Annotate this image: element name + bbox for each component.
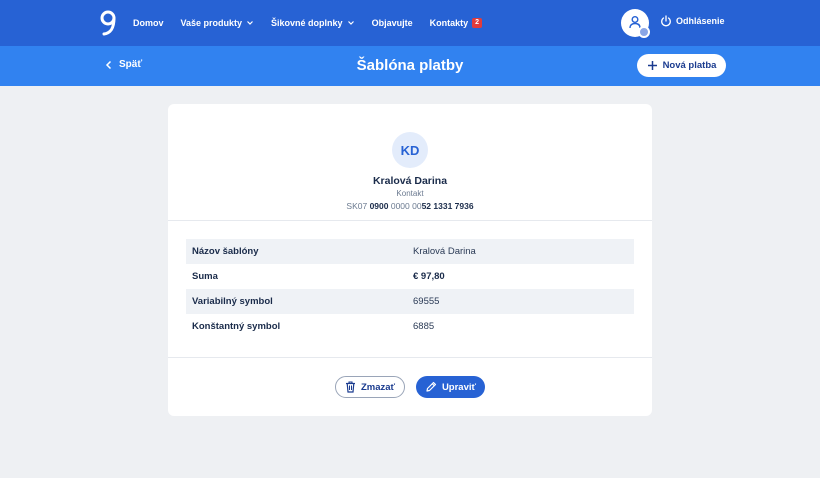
delete-button[interactable]: Zmazať: [335, 376, 405, 398]
nav-item-label: Objavujte: [371, 18, 413, 28]
template-details-table: Názov šablóny Kralová Darina Suma € 97,8…: [186, 239, 634, 339]
detail-label: Konštantný symbol: [192, 321, 281, 332]
detail-label: Názov šablóny: [192, 246, 259, 257]
chevron-down-icon: [347, 21, 354, 25]
nav-item-vase-produkty[interactable]: Vaše produkty: [181, 18, 255, 28]
new-payment-label: Nová platba: [662, 60, 717, 71]
iban-bank-code: 0900: [369, 201, 389, 211]
nav-item-sikovne-doplnky[interactable]: Šikovné doplnky: [271, 18, 355, 28]
nav-item-kontakty[interactable]: Kontakty 2: [430, 18, 483, 28]
chevron-down-icon: [247, 21, 253, 25]
nav-item-objavujte[interactable]: Objavujte: [372, 18, 413, 28]
contact-iban: SK07 0900 0000 0052 1331 7936: [168, 201, 652, 211]
nav-item-label: Vaše produkty: [180, 18, 243, 28]
delete-label: Zmazať: [360, 381, 396, 393]
logout-button[interactable]: Odhlásenie: [660, 15, 725, 27]
notification-badge: 2: [472, 18, 483, 28]
detail-row-template-name: Názov šablóny Kralová Darina: [186, 239, 634, 264]
page-header: Späť Šablóna platby Nová platba: [0, 46, 820, 86]
detail-label: Variabilný symbol: [192, 296, 273, 307]
contact-avatar: KD: [392, 132, 428, 168]
detail-label: Suma: [192, 271, 218, 282]
power-icon: [661, 15, 671, 27]
top-navigation: Domov Vaše produkty Šikovné doplnky Obja…: [0, 0, 820, 46]
divider: [168, 357, 652, 358]
nav-item-label: Kontakty: [429, 18, 469, 28]
nav-item-label: Domov: [133, 18, 164, 28]
detail-row-constant-symbol: Konštantný symbol 6885: [186, 314, 634, 339]
edit-label: Upraviť: [441, 381, 477, 393]
divider: [168, 220, 652, 221]
plus-icon: [647, 61, 657, 70]
pencil-icon: [426, 381, 437, 392]
iban-prefix: SK07: [346, 201, 370, 211]
main-menu: Domov Vaše produkty Šikovné doplnky Obja…: [133, 0, 499, 46]
detail-row-variable-symbol: Variabilný symbol 69555: [186, 289, 634, 314]
trash-icon: [345, 381, 355, 393]
detail-value: € 97,80: [413, 271, 445, 282]
detail-value: 6885: [413, 321, 435, 332]
contact-name: Kralová Darina: [372, 175, 448, 187]
settings-gear-icon: [638, 26, 650, 38]
detail-value: Kralová Darina: [413, 246, 476, 257]
user-profile-button[interactable]: [621, 9, 650, 38]
brand-logo-icon[interactable]: [99, 10, 117, 36]
nav-item-domov[interactable]: Domov: [133, 18, 164, 28]
iban-account-number: 52 1331 7936: [421, 201, 474, 211]
payment-template-card: KD Kralová Darina Kontakt SK07 0900 0000…: [168, 104, 652, 416]
detail-value: 69555: [413, 296, 440, 307]
iban-middle: 0000 00: [388, 201, 422, 211]
contact-type: Kontakt: [396, 189, 424, 198]
new-payment-button[interactable]: Nová platba: [637, 54, 726, 77]
logout-label: Odhlásenie: [676, 16, 725, 26]
edit-button[interactable]: Upraviť: [416, 376, 485, 398]
nav-item-label: Šikovné doplnky: [271, 18, 343, 28]
detail-row-amount: Suma € 97,80: [186, 264, 634, 289]
